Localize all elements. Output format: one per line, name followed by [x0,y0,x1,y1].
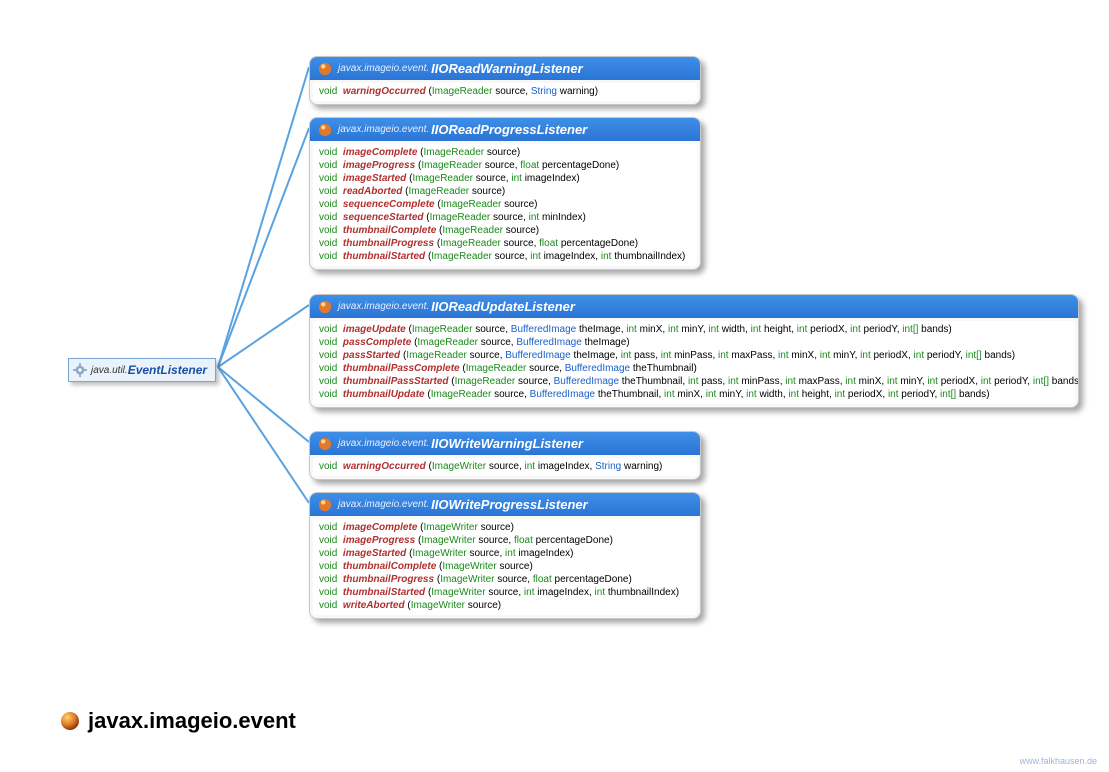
diagram-title: javax.imageio.event [60,708,296,734]
ball-icon [318,437,332,451]
interface-readprog[interactable]: javax.imageio.event.IIOReadProgressListe… [309,117,701,270]
method-row[interactable]: void sequenceStarted (ImageReader source… [317,211,693,224]
ball-icon [318,123,332,137]
ball-icon [60,711,80,731]
method-row[interactable]: void passStarted (ImageReader source, Bu… [317,349,1071,362]
interface-readwarn[interactable]: javax.imageio.event.IIOReadWarningListen… [309,56,701,105]
method-row[interactable]: void imageUpdate (ImageReader source, Bu… [317,323,1071,336]
interface-body: void warningOccurred (ImageWriter source… [313,458,697,476]
interface-package: javax.imageio.event. [338,438,429,449]
root-package: java.util. [91,365,128,376]
interface-name: IIOWriteProgressListener [431,497,588,512]
method-row[interactable]: void thumbnailComplete (ImageWriter sour… [317,560,693,573]
method-row[interactable]: void imageProgress (ImageWriter source, … [317,534,693,547]
interface-header[interactable]: javax.imageio.event.IIOWriteProgressList… [310,493,700,516]
method-row[interactable]: void imageStarted (ImageReader source, i… [317,172,693,185]
method-row[interactable]: void imageComplete (ImageReader source) [317,146,693,159]
method-row[interactable]: void sequenceComplete (ImageReader sourc… [317,198,693,211]
method-row[interactable]: void readAborted (ImageReader source) [317,185,693,198]
interface-header[interactable]: javax.imageio.event.IIOReadProgressListe… [310,118,700,141]
interface-header[interactable]: javax.imageio.event.IIOReadWarningListen… [310,57,700,80]
method-row[interactable]: void imageComplete (ImageWriter source) [317,521,693,534]
method-row[interactable]: void writeAborted (ImageWriter source) [317,599,693,612]
method-row[interactable]: void passComplete (ImageReader source, B… [317,336,1071,349]
interface-name: IIOWriteWarningListener [431,436,583,451]
method-row[interactable]: void imageStarted (ImageWriter source, i… [317,547,693,560]
interface-writewarn[interactable]: javax.imageio.event.IIOWriteWarningListe… [309,431,701,480]
interface-body: void imageComplete (ImageReader source)v… [313,144,697,266]
interface-name: IIOReadUpdateListener [431,299,575,314]
method-row[interactable]: void thumbnailUpdate (ImageReader source… [317,388,1071,401]
interface-package: javax.imageio.event. [338,499,429,510]
root-classname: EventListener [128,363,207,377]
interface-package: javax.imageio.event. [338,301,429,312]
method-row[interactable]: void thumbnailStarted (ImageWriter sourc… [317,586,693,599]
method-row[interactable]: void thumbnailPassStarted (ImageReader s… [317,375,1071,388]
interface-body: void warningOccurred (ImageReader source… [313,83,697,101]
interface-readupd[interactable]: javax.imageio.event.IIOReadUpdateListene… [309,294,1079,408]
root-node-eventlistener[interactable]: java.util. EventListener [68,358,216,382]
interface-body: void imageComplete (ImageWriter source)v… [313,519,697,615]
method-row[interactable]: void warningOccurred (ImageReader source… [317,85,693,98]
method-row[interactable]: void thumbnailProgress (ImageWriter sour… [317,573,693,586]
interface-writeprog[interactable]: javax.imageio.event.IIOWriteProgressList… [309,492,701,619]
gear-icon [73,363,87,377]
interface-name: IIOReadProgressListener [431,122,587,137]
ball-icon [318,498,332,512]
method-row[interactable]: void thumbnailPassComplete (ImageReader … [317,362,1071,375]
method-row[interactable]: void thumbnailProgress (ImageReader sour… [317,237,693,250]
interface-name: IIOReadWarningListener [431,61,582,76]
ball-icon [318,300,332,314]
interface-body: void imageUpdate (ImageReader source, Bu… [313,321,1075,404]
credit-text: www.falkhausen.de [1019,756,1097,766]
ball-icon [318,62,332,76]
method-row[interactable]: void thumbnailStarted (ImageReader sourc… [317,250,693,263]
interface-header[interactable]: javax.imageio.event.IIOReadUpdateListene… [310,295,1078,318]
method-row[interactable]: void warningOccurred (ImageWriter source… [317,460,693,473]
interface-header[interactable]: javax.imageio.event.IIOWriteWarningListe… [310,432,700,455]
method-row[interactable]: void thumbnailComplete (ImageReader sour… [317,224,693,237]
interface-package: javax.imageio.event. [338,124,429,135]
diagram-title-text: javax.imageio.event [88,708,296,734]
method-row[interactable]: void imageProgress (ImageReader source, … [317,159,693,172]
interface-package: javax.imageio.event. [338,63,429,74]
